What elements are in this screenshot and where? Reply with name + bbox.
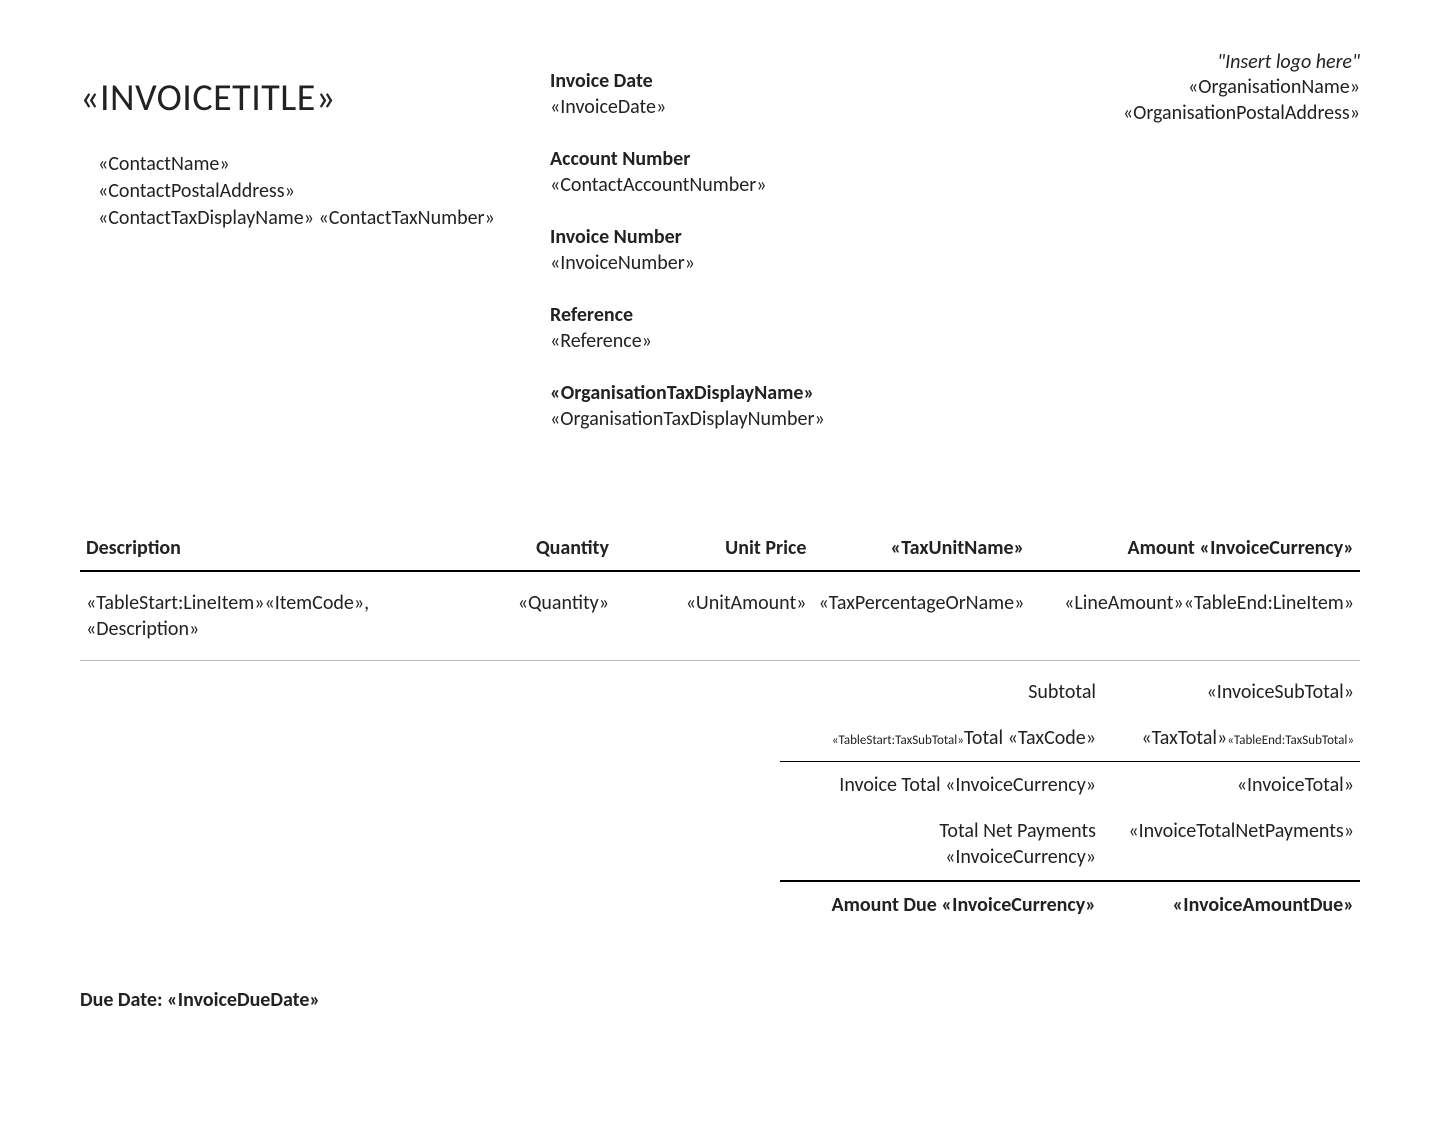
reference-value: «Reference» (550, 328, 880, 354)
amount-due-value: «InvoiceAmountDue» (1114, 892, 1354, 918)
account-number-value: «ContactAccountNumber» (550, 172, 880, 198)
tax-start-token: «TableStart:TaxSubTotal» (832, 733, 964, 748)
header-region: «INVOICETITLE» «ContactName» «ContactPos… (80, 40, 1360, 458)
invoice-number-label: Invoice Number (550, 224, 880, 250)
contact-block: «ContactName» «ContactPostalAddress» «Co… (98, 151, 550, 232)
invoice-total-value: «InvoiceTotal» (1114, 772, 1354, 798)
invoice-date-label: Invoice Date (550, 68, 880, 94)
subtotal-value: «InvoiceSubTotal» (1114, 679, 1354, 705)
table-row: «TableStart:LineItem»«ItemCode», «Descri… (80, 571, 1360, 661)
tax-total-label-text: Total «TaxCode» (964, 726, 1096, 750)
contact-name: «ContactName» (98, 151, 550, 178)
due-date-value: «InvoiceDueDate» (167, 988, 320, 1012)
table-header-row: Description Quantity Unit Price «TaxUnit… (80, 528, 1360, 571)
org-address: «OrganisationPostalAddress» (880, 100, 1360, 126)
invoice-title: «INVOICETITLE» (80, 75, 550, 121)
invoice-total-label: Invoice Total «InvoiceCurrency» (786, 772, 1114, 798)
cell-unit-amount: «UnitAmount» (615, 571, 812, 661)
totals-block: Subtotal «InvoiceSubTotal» «TableStart:T… (780, 669, 1360, 928)
net-payments-value: «InvoiceTotalNetPayments» (1114, 818, 1354, 870)
invoice-meta: Invoice Date «InvoiceDate» Account Numbe… (550, 68, 880, 458)
tax-total-label: «TableStart:TaxSubTotal»Total «TaxCode» (786, 725, 1114, 751)
amount-due-label: Amount Due «InvoiceCurrency» (786, 892, 1114, 918)
org-tax-value: «OrganisationTaxDisplayNumber» (550, 406, 880, 432)
line-items-table: Description Quantity Unit Price «TaxUnit… (80, 528, 1360, 661)
cell-quantity: «Quantity» (466, 571, 614, 661)
tax-total-value-text: «TaxTotal» (1141, 726, 1227, 750)
organisation-block: "Insert logo here" «OrganisationName» «O… (880, 40, 1360, 458)
cell-tax: «TaxPercentageOrName» (812, 571, 1030, 661)
col-unit-price: Unit Price (615, 528, 812, 571)
col-description: Description (80, 528, 466, 571)
net-payments-label: Total Net Payments «InvoiceCurrency» (786, 818, 1114, 870)
reference-label: Reference (550, 302, 880, 328)
contact-address: «ContactPostalAddress» (98, 178, 550, 205)
col-amount: Amount «InvoiceCurrency» (1030, 528, 1360, 571)
tax-total-value: «TaxTotal»«TableEnd:TaxSubTotal» (1114, 725, 1354, 751)
due-date-label: Due Date: (80, 988, 167, 1012)
account-number-label: Account Number (550, 146, 880, 172)
logo-placeholder: "Insert logo here" (880, 50, 1360, 74)
invoice-date-value: «InvoiceDate» (550, 94, 880, 120)
col-quantity: Quantity (466, 528, 614, 571)
cell-amount: «LineAmount»«TableEnd:LineItem» (1030, 571, 1360, 661)
org-tax-label: «OrganisationTaxDisplayName» (550, 380, 880, 406)
tax-end-token: «TableEnd:TaxSubTotal» (1227, 733, 1354, 748)
cell-description: «TableStart:LineItem»«ItemCode», «Descri… (80, 571, 466, 661)
invoice-number-value: «InvoiceNumber» (550, 250, 880, 276)
contact-tax: «ContactTaxDisplayName» «ContactTaxNumbe… (98, 205, 550, 232)
subtotal-label: Subtotal (786, 679, 1114, 705)
col-tax: «TaxUnitName» (812, 528, 1030, 571)
due-date-line: Due Date: «InvoiceDueDate» (80, 988, 1360, 1012)
org-name: «OrganisationName» (880, 74, 1360, 100)
